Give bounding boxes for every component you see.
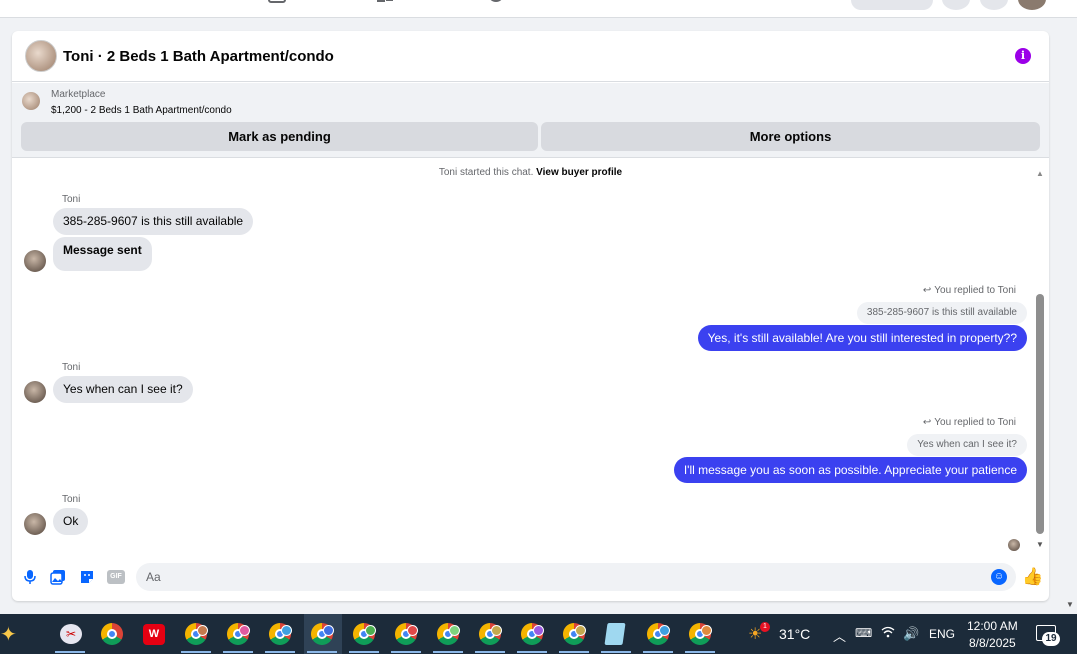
copilot-sparkle-icon[interactable]: ✦ — [0, 622, 17, 647]
search-pill[interactable] — [851, 0, 933, 10]
listing-banner: Marketplace $1,200 - 2 Beds 1 Bath Apart… — [12, 83, 1049, 158]
show-hidden-icons-chevron-icon[interactable]: ︿ — [833, 626, 846, 645]
scroll-up-arrow-icon[interactable]: ▲ — [1036, 169, 1044, 178]
running-indicator — [307, 651, 337, 653]
groups-nav-icon[interactable] — [377, 0, 395, 6]
profile-badge-icon — [197, 625, 208, 636]
toni-avatar[interactable] — [24, 250, 46, 272]
gif-icon[interactable]: GIF — [107, 570, 125, 584]
running-indicator — [601, 651, 631, 653]
incoming-message[interactable]: Message sent — [53, 237, 152, 271]
wps-office-icon[interactable]: W — [143, 624, 165, 645]
chat-start-notice: Toni started this chat. View buyer profi… — [12, 167, 1049, 178]
incoming-message[interactable]: 385-285-9607 is this still available — [53, 208, 254, 235]
chat-title[interactable]: Toni · 2 Beds 1 Bath Apartment/condo — [63, 48, 334, 65]
quoted-message[interactable]: 385-285-9607 is this still available — [856, 302, 1027, 324]
quoted-message[interactable]: Yes when can I see it? — [907, 434, 1027, 456]
reply-label: ↩ You replied to Toni — [922, 417, 1016, 428]
chat-start-text: Toni started this chat. — [438, 167, 534, 178]
photo-icon[interactable] — [50, 569, 66, 585]
scrollbar-thumb[interactable] — [1036, 294, 1044, 534]
profile-badge-icon — [575, 625, 586, 636]
more-options-button[interactable]: More options — [541, 122, 1040, 151]
notepad-icon[interactable] — [604, 623, 626, 645]
profile-badge-icon — [533, 625, 544, 636]
running-indicator — [55, 651, 85, 653]
listing-avatar[interactable] — [25, 40, 57, 72]
scroll-down-arrow-icon[interactable]: ▼ — [1036, 540, 1044, 549]
input-method-icon[interactable]: ⌨ — [855, 626, 872, 640]
profile-badge-icon — [407, 625, 418, 636]
sender-name: Toni — [62, 194, 81, 205]
running-indicator — [475, 651, 505, 653]
outgoing-message[interactable]: Yes, it's still available! Are you still… — [697, 325, 1027, 351]
volume-icon[interactable]: 🔊 — [903, 626, 919, 642]
info-icon[interactable]: i — [1015, 48, 1031, 64]
message-composer: GIF ☺ 👍 — [12, 561, 1049, 595]
profile-badge-icon — [491, 625, 502, 636]
message-scrollbar[interactable]: ▲ ▼ — [1034, 169, 1046, 551]
view-buyer-profile-link[interactable]: View buyer profile — [536, 167, 622, 178]
outgoing-message[interactable]: I'll message you as soon as possible. Ap… — [673, 457, 1027, 483]
running-indicator — [559, 651, 589, 653]
chat-header: Toni · 2 Beds 1 Bath Apartment/condo i — [12, 31, 1049, 82]
microphone-icon[interactable] — [22, 569, 38, 585]
listing-price-title[interactable]: $1,200 - 2 Beds 1 Bath Apartment/condo — [51, 105, 232, 116]
menu-icon[interactable] — [942, 0, 970, 10]
mark-as-pending-button[interactable]: Mark as pending — [21, 122, 538, 151]
clock-time[interactable]: 12:00 AM — [967, 619, 1018, 633]
gaming-nav-icon[interactable] — [487, 0, 505, 6]
running-indicator — [433, 651, 463, 653]
sticker-icon[interactable] — [79, 569, 95, 585]
notifications-icon[interactable] — [980, 0, 1008, 10]
clock-date[interactable]: 8/8/2025 — [969, 636, 1016, 650]
message-list: Toni started this chat. View buyer profi… — [12, 159, 1049, 554]
account-avatar[interactable] — [1018, 0, 1046, 10]
running-indicator — [643, 651, 673, 653]
wifi-icon[interactable] — [881, 626, 895, 641]
sender-name: Toni — [62, 494, 81, 505]
temperature[interactable]: 31°C — [779, 626, 810, 642]
taskbar: ✦ ✂ W ☀ 1 31°C ︿ ⌨ 🔊 ENG 12:00 AM 8/8/20… — [0, 614, 1077, 654]
profile-badge-icon — [281, 625, 292, 636]
reply-icon: ↩ — [922, 417, 932, 428]
profile-badge-icon — [323, 625, 334, 636]
running-indicator — [349, 651, 379, 653]
thumbs-up-icon[interactable]: 👍 — [1022, 567, 1043, 587]
chat-window: Toni · 2 Beds 1 Bath Apartment/condo i M… — [12, 31, 1049, 601]
incoming-message[interactable]: Yes when can I see it? — [53, 376, 193, 403]
weather-alert-badge: 1 — [760, 622, 770, 632]
message-input[interactable] — [136, 563, 1016, 591]
running-indicator — [181, 651, 211, 653]
running-indicator — [517, 651, 547, 653]
reply-label: ↩ You replied to Toni — [922, 285, 1016, 296]
incoming-message[interactable]: Ok — [53, 508, 89, 535]
language-indicator[interactable]: ENG — [929, 627, 955, 641]
running-indicator — [265, 651, 295, 653]
chrome-icon[interactable] — [101, 623, 123, 645]
page-scroll-down-arrow-icon[interactable]: ▼ — [1066, 600, 1074, 609]
listing-category: Marketplace — [51, 89, 106, 100]
profile-badge-icon — [365, 625, 376, 636]
toni-avatar[interactable] — [24, 513, 46, 535]
seen-indicator-avatar — [1008, 539, 1020, 551]
running-indicator — [391, 651, 421, 653]
profile-badge-icon — [239, 625, 250, 636]
toni-avatar[interactable] — [24, 381, 46, 403]
running-indicator — [685, 651, 715, 653]
profile-badge-icon — [449, 625, 460, 636]
profile-badge-icon — [701, 625, 712, 636]
listing-thumbnail[interactable] — [22, 92, 40, 110]
snipping-tool-icon[interactable]: ✂ — [60, 624, 82, 644]
profile-badge-icon — [659, 625, 670, 636]
reply-icon: ↩ — [922, 285, 932, 296]
top-navigation — [0, 0, 1077, 18]
notification-count: 19 — [1042, 632, 1060, 646]
running-indicator — [223, 651, 253, 653]
marketplace-nav-icon[interactable] — [268, 0, 286, 6]
emoji-icon[interactable]: ☺ — [991, 569, 1007, 585]
sender-name: Toni — [62, 362, 81, 373]
